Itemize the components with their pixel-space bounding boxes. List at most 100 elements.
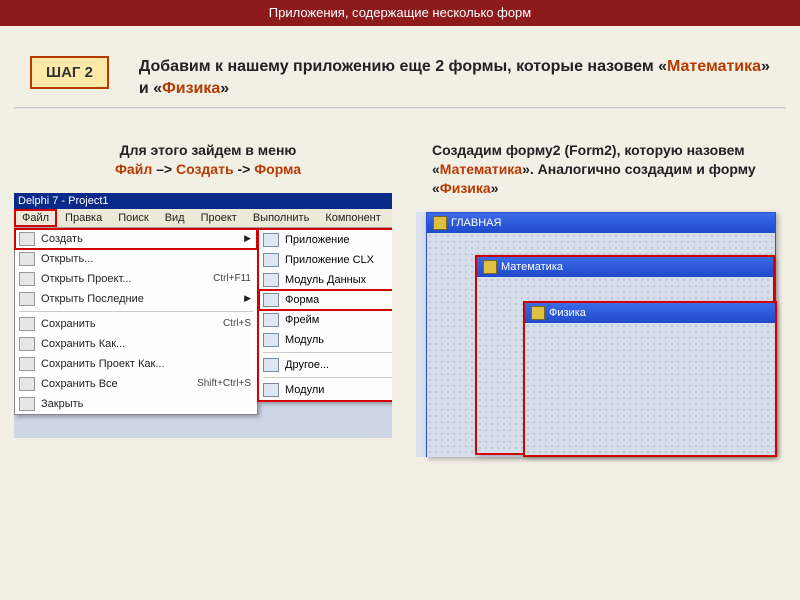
create-submenu: Приложение Приложение CLX Модуль Данных Фор… xyxy=(257,228,392,402)
left-text-line: Для этого зайдем в меню xyxy=(120,142,297,158)
submenu-item[interactable]: Модуль Данных xyxy=(259,270,392,290)
menu-component[interactable]: Компонент xyxy=(317,209,388,227)
submenu-item[interactable]: Модули xyxy=(259,380,392,400)
delphi-titlebar: Delphi 7 - Project1 xyxy=(14,193,392,209)
menu-separator xyxy=(263,377,392,378)
menu-run[interactable]: Выполнить xyxy=(245,209,317,227)
menu-item-shortcut: Shift+Ctrl+S xyxy=(197,378,251,389)
menu-item-label: Модуль Данных xyxy=(285,274,366,286)
menu-item-label: Закрыть xyxy=(41,398,251,410)
file-menu-item[interactable]: Открыть Последние ▶ xyxy=(15,289,257,309)
submenu-item[interactable]: Фрейм xyxy=(259,310,392,330)
menu-item-icon xyxy=(263,383,279,397)
divider xyxy=(14,107,786,109)
menu-separator xyxy=(19,311,253,312)
step-row: ШАГ 2 Добавим к нашему приложению еще 2 … xyxy=(30,56,770,99)
submenu-item[interactable]: Форма xyxy=(259,290,392,310)
right-column: Создадим форму2 (Form2), которую назовем… xyxy=(416,141,786,457)
file-menu-item[interactable]: Сохранить Все Shift+Ctrl+S xyxy=(15,374,257,394)
forms-screenshot: ГЛАВНАЯ Математика Физика xyxy=(416,212,776,457)
step-badge: ШАГ 2 xyxy=(30,56,109,89)
menu-item-icon xyxy=(19,397,35,411)
menu-item-icon xyxy=(19,377,35,391)
delphi-logo-icon xyxy=(433,216,447,230)
window-phys-label: Физика xyxy=(549,307,586,319)
file-menu-item[interactable]: Закрыть xyxy=(15,394,257,414)
step-text-a: Добавим к нашему приложению еще 2 формы,… xyxy=(139,58,667,75)
content-row: Для этого зайдем в меню Файл –> Создать … xyxy=(14,141,786,457)
menu-item-label: Фрейм xyxy=(285,314,319,326)
left-text-form: Форма xyxy=(254,161,301,177)
menu-project[interactable]: Проект xyxy=(193,209,245,227)
menu-item-label: Создать xyxy=(41,233,238,245)
header-bar: Приложения, содержащие несколько форм xyxy=(0,0,800,26)
window-math-title: Математика xyxy=(477,257,773,277)
menu-item-label: Открыть... xyxy=(41,253,251,265)
step-text: Добавим к нашему приложению еще 2 формы,… xyxy=(139,56,770,99)
menu-edit[interactable]: Правка xyxy=(57,209,110,227)
left-column: Для этого зайдем в меню Файл –> Создать … xyxy=(14,141,392,457)
file-menu-item[interactable]: Открыть... xyxy=(15,249,257,269)
file-menu-item[interactable]: Открыть Проект...Ctrl+F11 xyxy=(15,269,257,289)
menu-item-icon xyxy=(19,252,35,266)
delphi-screenshot: Delphi 7 - Project1 Файл Правка Поиск Ви… xyxy=(14,193,392,438)
menu-item-icon xyxy=(263,293,279,307)
delphi-logo-icon xyxy=(531,306,545,320)
menu-item-icon xyxy=(19,357,35,371)
window-main-title: ГЛАВНАЯ xyxy=(427,213,775,233)
window-phys-body xyxy=(525,323,775,456)
menu-item-icon xyxy=(263,273,279,287)
submenu-arrow-icon: ▶ xyxy=(244,293,251,304)
menu-item-icon xyxy=(19,232,35,246)
step-text-hl2: Физика xyxy=(162,80,220,97)
menu-item-label: Открыть Последние xyxy=(41,293,238,305)
menu-ba[interactable]: Ба xyxy=(389,209,392,227)
step-text-c: » xyxy=(220,80,229,97)
menu-item-shortcut: Ctrl+F11 xyxy=(213,273,251,284)
menu-item-icon xyxy=(263,358,279,372)
menu-file[interactable]: Файл xyxy=(14,209,57,227)
menu-item-icon xyxy=(263,333,279,347)
menu-item-label: Модули xyxy=(285,384,324,396)
file-dropdown: Создать ▶ Открыть... Открыть Проект...Ctrl+… xyxy=(14,228,258,415)
left-text-create: Создать xyxy=(176,161,234,177)
window-math-label: Математика xyxy=(501,261,563,273)
left-text: Для этого зайдем в меню Файл –> Создать … xyxy=(30,141,386,179)
menu-item-icon xyxy=(263,233,279,247)
menu-item-label: Сохранить xyxy=(41,318,217,330)
menu-item-label: Сохранить Проект Как... xyxy=(41,358,251,370)
submenu-item[interactable]: Другое... xyxy=(259,355,392,375)
menu-item-label: Модуль xyxy=(285,334,324,346)
menu-item-icon xyxy=(263,253,279,267)
menu-item-label: Сохранить Все xyxy=(41,378,191,390)
menu-item-label: Приложение CLX xyxy=(285,254,374,266)
menu-item-label: Сохранить Как... xyxy=(41,338,251,350)
menu-separator xyxy=(263,352,392,353)
menu-item-icon xyxy=(19,272,35,286)
left-text-file: Файл xyxy=(115,161,152,177)
file-menu-item[interactable]: Сохранить Ctrl+S xyxy=(15,314,257,334)
delphi-menubar: Файл Правка Поиск Вид Проект Выполнить К… xyxy=(14,209,392,228)
window-phys: Физика xyxy=(524,302,776,456)
menu-view[interactable]: Вид xyxy=(157,209,193,227)
menu-item-icon xyxy=(19,292,35,306)
right-text-hl1: Математика xyxy=(440,161,522,177)
menu-search[interactable]: Поиск xyxy=(110,209,156,227)
menu-item-label: Форма xyxy=(285,294,319,306)
submenu-item[interactable]: Приложение xyxy=(259,230,392,250)
left-text-sep2: -> xyxy=(234,161,255,177)
menu-item-icon xyxy=(263,313,279,327)
file-menu-item[interactable]: Сохранить Проект Как... xyxy=(15,354,257,374)
right-text-c: » xyxy=(491,180,499,196)
menu-body: Создать ▶ Открыть... Открыть Проект...Ctrl+… xyxy=(14,228,392,415)
file-menu-item[interactable]: Создать ▶ xyxy=(15,229,257,249)
submenu-item[interactable]: Модуль xyxy=(259,330,392,350)
menu-item-label: Приложение xyxy=(285,234,350,246)
left-text-sep1: –> xyxy=(152,161,176,177)
delphi-logo-icon xyxy=(483,260,497,274)
file-menu-item[interactable]: Сохранить Как... xyxy=(15,334,257,354)
submenu-item[interactable]: Приложение CLX xyxy=(259,250,392,270)
menu-item-label: Другое... xyxy=(285,359,329,371)
submenu-arrow-icon: ▶ xyxy=(244,233,251,244)
menu-item-shortcut: Ctrl+S xyxy=(223,318,251,329)
